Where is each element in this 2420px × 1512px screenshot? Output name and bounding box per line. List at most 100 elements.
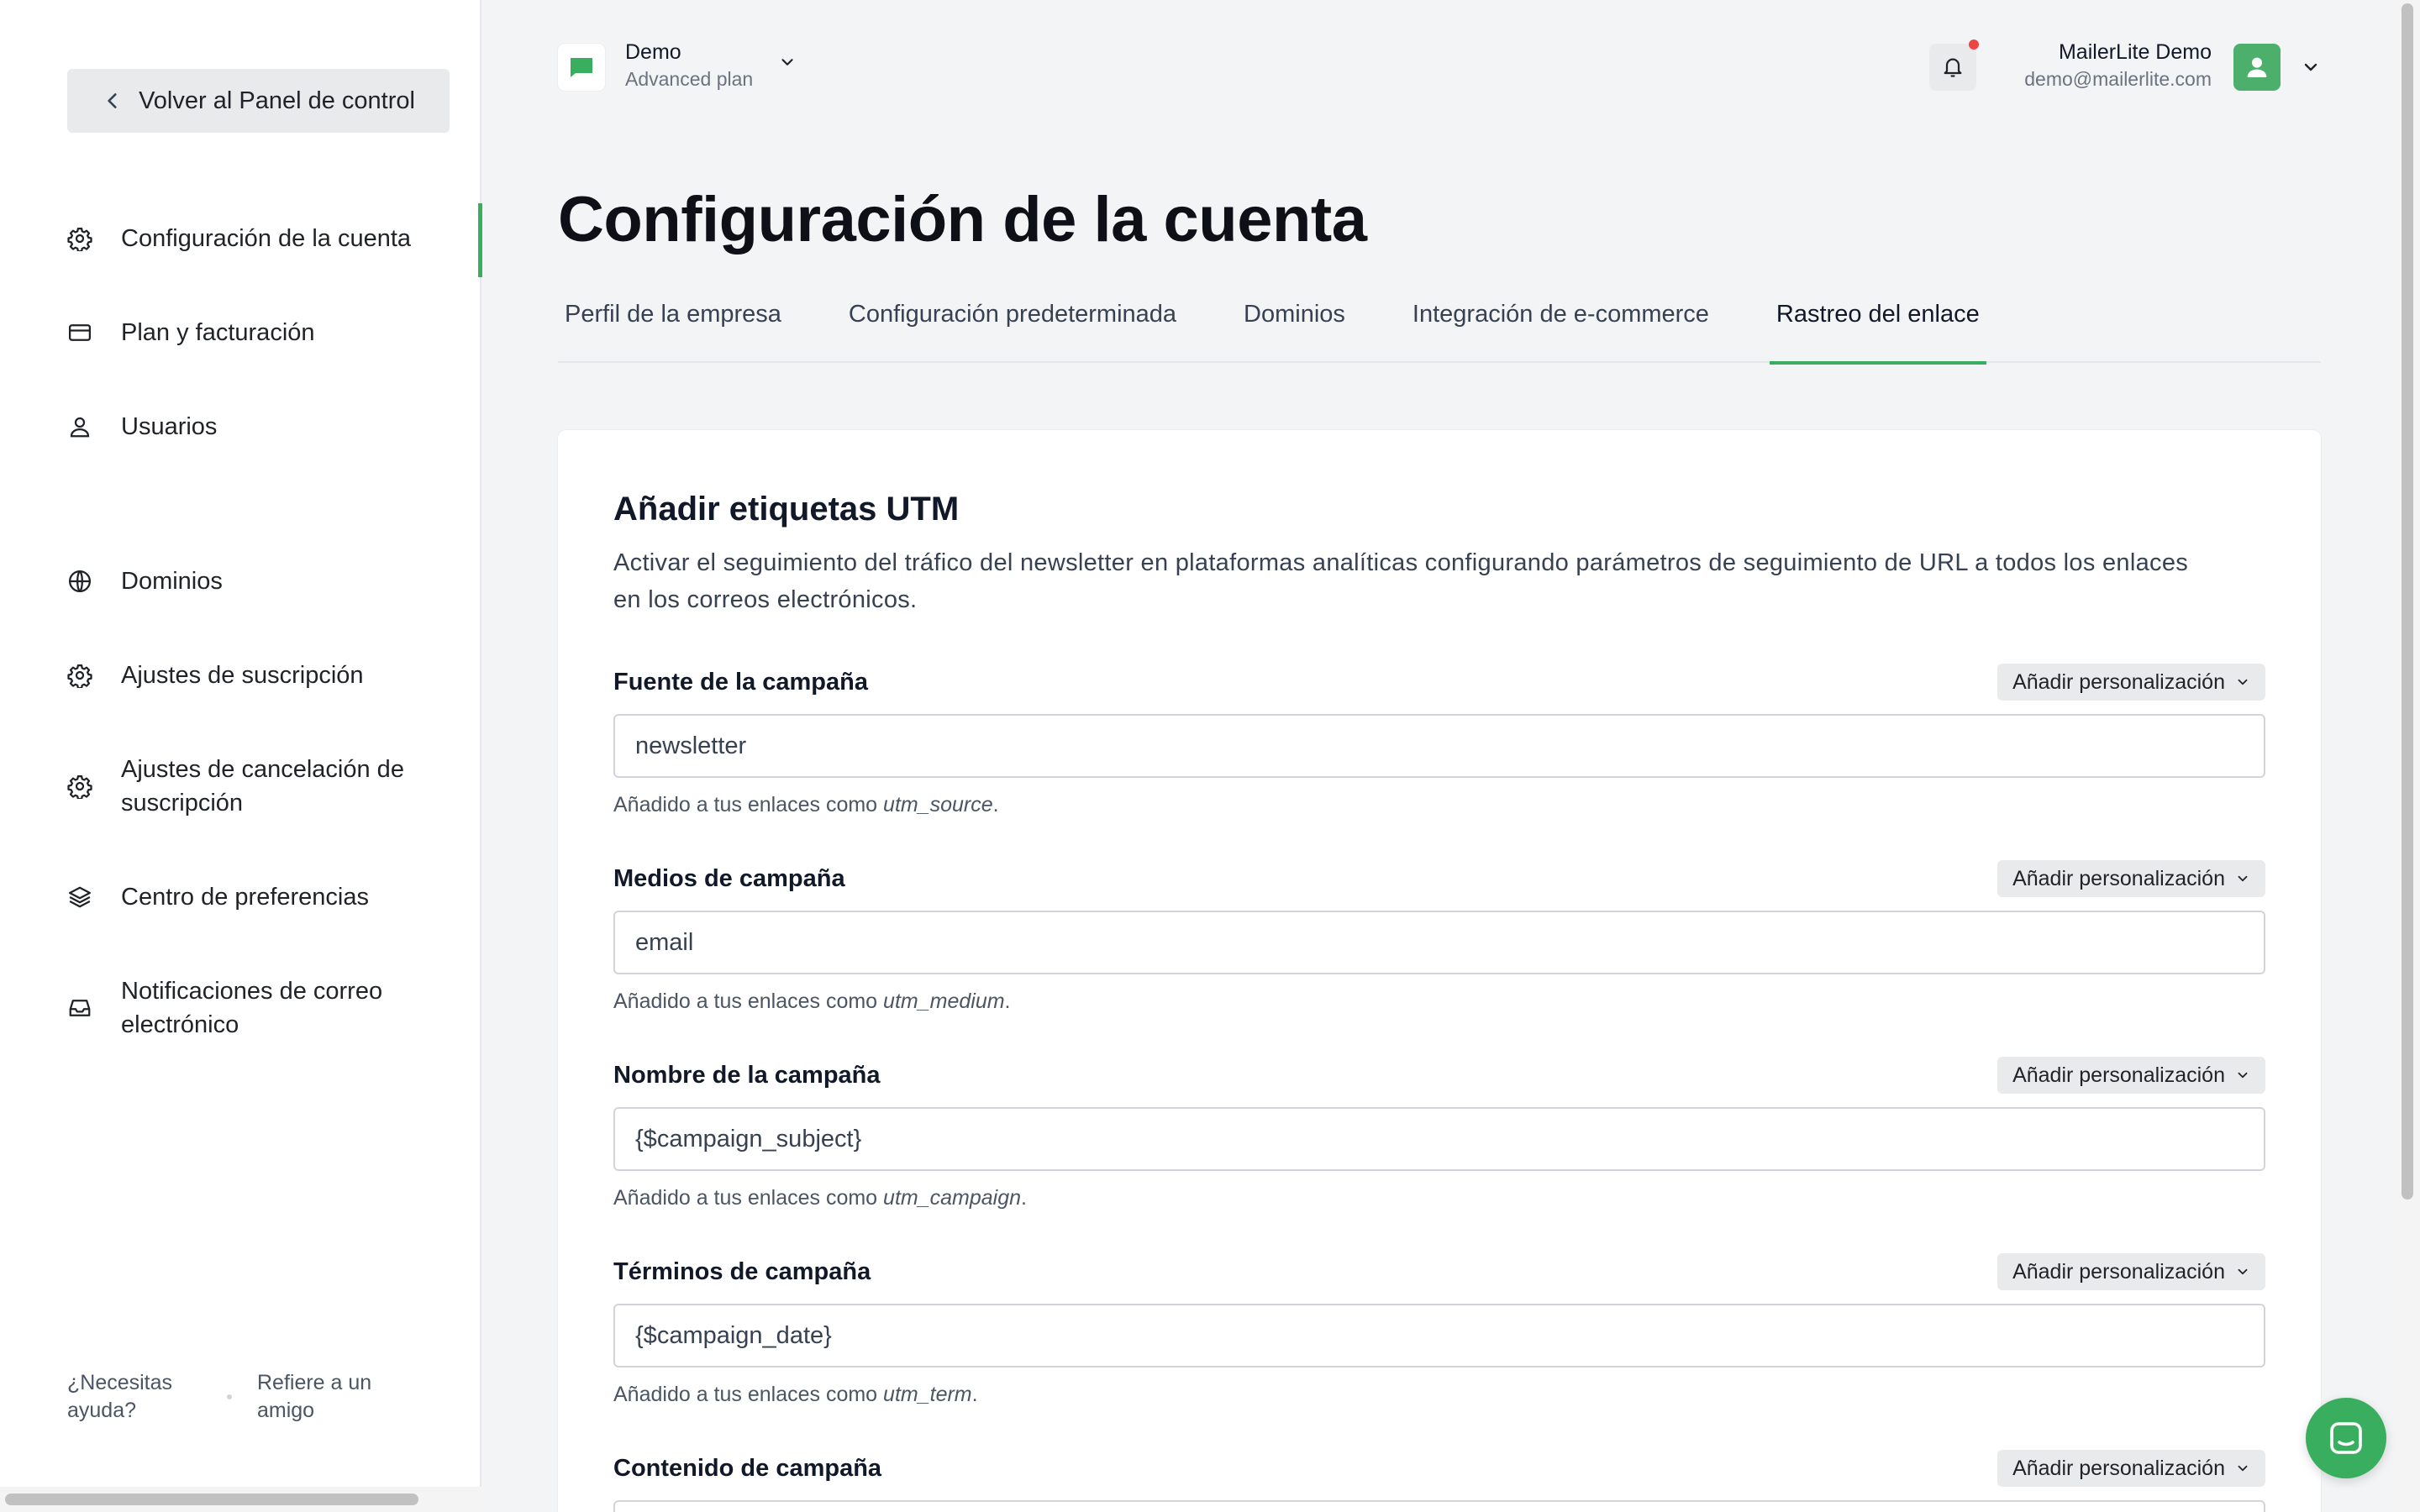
campaign-content-field: Contenido de campaña Añadir personalizac… [613,1450,2265,1512]
notifications-button[interactable] [1929,44,1976,91]
sidebar-item-label: Centro de preferencias [121,884,369,911]
campaign-terms-field: Términos de campaña Añadir personalizaci… [613,1253,2265,1406]
account-name: Demo [625,40,681,64]
user-info[interactable]: MailerLite Demo demo@mailerlite.com [2024,39,2212,92]
user-icon [2247,57,2267,77]
settings-tabs: Perfil de la empresa Configuración prede… [558,289,2321,365]
sidebar-item-unsubscribe-settings[interactable]: Ajustes de cancelación de suscripción [67,753,479,820]
credit-card-icon [67,320,92,345]
add-personalization-label: Añadir personalización [2012,1456,2225,1480]
card-description: Activar el seguimiento del tráfico del n… [613,549,2189,613]
sidebar-item-label: Notificaciones de correo electrónico [121,978,383,1038]
field-hint: Añadido a tus enlaces como utm_term. [613,1383,978,1406]
chevron-down-icon [2238,1268,2248,1275]
notification-badge [1969,39,1979,50]
add-personalization-button[interactable]: Añadir personalización [1997,664,2265,701]
sidebar-item-label: Usuarios [121,413,218,440]
campaign-medium-field: Medios de campaña Añadir personalización… [613,860,2265,1013]
account-switcher[interactable]: Demo Advanced plan [625,39,797,92]
utm-param: utm_source [883,793,993,816]
sidebar-item-plan-billing[interactable]: Plan y facturación [67,316,479,349]
app-window: Volver al Panel de control Configuración… [0,0,2420,1512]
chevron-down-icon [781,59,793,66]
campaign-name-field: Nombre de la campaña Añadir personalizac… [613,1057,2265,1210]
vertical-scrollbar-thumb[interactable] [2402,3,2413,1200]
globe-icon [67,569,92,594]
campaign-terms-input[interactable] [613,1304,2265,1368]
user-name: MailerLite Demo [2058,40,2212,64]
add-personalization-label: Añadir personalización [2012,1063,2225,1087]
gear-icon [67,226,92,251]
sidebar-footer: ¿Necesitas ayuda? Refiere a un amigo [67,1369,420,1425]
add-personalization-button[interactable]: Añadir personalización [1997,1450,2265,1487]
sidebar-item-label: Dominios [121,568,223,595]
gear-icon [67,774,92,799]
support-chat-button[interactable] [2306,1398,2386,1478]
utm-param: utm_campaign [883,1186,1022,1210]
chevron-down-icon [2238,875,2248,882]
sidebar-item-label: Ajustes de suscripción [121,662,364,689]
sidebar-item-label: Ajustes de cancelación de suscripción [121,756,404,816]
sidebar-item-domains[interactable]: Dominios [67,564,479,598]
gear-icon [67,663,92,688]
add-personalization-button[interactable]: Añadir personalización [1997,1253,2265,1290]
active-indicator [478,203,482,277]
user-icon [67,414,92,439]
campaign-name-input[interactable] [613,1107,2265,1171]
tab-company-profile[interactable]: Perfil de la empresa [558,289,788,363]
sidebar-item-email-notifications[interactable]: Notificaciones de correo electrónico [67,974,479,1042]
utm-param: utm_medium [883,990,1005,1013]
back-button-label: Volver al Panel de control [139,87,415,114]
sidebar-item-preference-center[interactable]: Centro de preferencias [67,880,479,914]
add-personalization-button[interactable]: Añadir personalización [1997,860,2265,897]
tab-default-settings[interactable]: Configuración predeterminada [842,289,1183,363]
tab-link-tracking[interactable]: Rastreo del enlace [1769,289,1986,365]
separator-dot [227,1394,232,1399]
chevron-down-icon [2238,1465,2248,1472]
add-personalization-button[interactable]: Añadir personalización [1997,1057,2265,1094]
add-personalization-label: Añadir personalización [2012,669,2225,694]
refer-friend-link[interactable]: Refiere a un amigo [257,1369,408,1425]
chevron-left-icon [108,93,117,108]
tab-ecommerce-integration[interactable]: Integración de e-commerce [1406,289,1716,363]
chevron-down-icon[interactable] [2301,57,2321,77]
back-to-dashboard-button[interactable]: Volver al Panel de control [67,69,450,133]
add-personalization-label: Añadir personalización [2012,866,2225,890]
hint-prefix: Añadido a tus enlaces como [613,793,878,816]
chat-flag-icon [571,58,592,77]
chevron-down-icon [2238,679,2248,685]
page-title: Configuración de la cuenta [558,184,1367,255]
sidebar: Volver al Panel de control Configuración… [0,0,482,1512]
hint-prefix: Añadido a tus enlaces como [613,1383,878,1406]
hint-prefix: Añadido a tus enlaces como [613,1186,878,1210]
horizontal-scrollbar-thumb[interactable] [5,1494,418,1505]
sidebar-item-label: Configuración de la cuenta [121,225,412,252]
chat-icon [2330,1422,2362,1454]
horizontal-scrollbar[interactable] [0,1487,481,1512]
account-plan: Advanced plan [625,68,754,90]
campaign-source-input[interactable] [613,714,2265,778]
card-title: Añadir etiquetas UTM [613,491,960,528]
hint-prefix: Añadido a tus enlaces como [613,990,878,1013]
vertical-scrollbar[interactable] [2395,0,2420,1512]
sidebar-item-label: Plan y facturación [121,319,315,346]
field-hint: Añadido a tus enlaces como utm_source. [613,793,999,816]
account-logo [558,44,605,91]
utm-param: utm_term [883,1383,972,1406]
sidebar-item-subscription-settings[interactable]: Ajustes de suscripción [67,659,479,692]
help-link[interactable]: ¿Necesitas ayuda? [67,1369,202,1425]
sidebar-item-users[interactable]: Usuarios [67,410,479,444]
campaign-source-field: Fuente de la campaña Añadir personalizac… [613,664,2265,816]
avatar[interactable] [2233,44,2281,91]
user-email: demo@mailerlite.com [2024,68,2212,90]
inbox-icon [67,995,92,1021]
chevron-down-icon [2238,1072,2248,1079]
field-hint: Añadido a tus enlaces como utm_medium. [613,990,1011,1013]
tab-domains[interactable]: Dominios [1237,289,1352,363]
campaign-content-input[interactable] [613,1500,2265,1512]
sidebar-item-account-settings[interactable]: Configuración de la cuenta [67,222,479,255]
utm-tags-card: Añadir etiquetas UTM Activar el seguimie… [558,430,2321,1512]
field-hint: Añadido a tus enlaces como utm_campaign. [613,1186,1027,1210]
layers-icon [67,885,92,910]
campaign-medium-input[interactable] [613,911,2265,974]
